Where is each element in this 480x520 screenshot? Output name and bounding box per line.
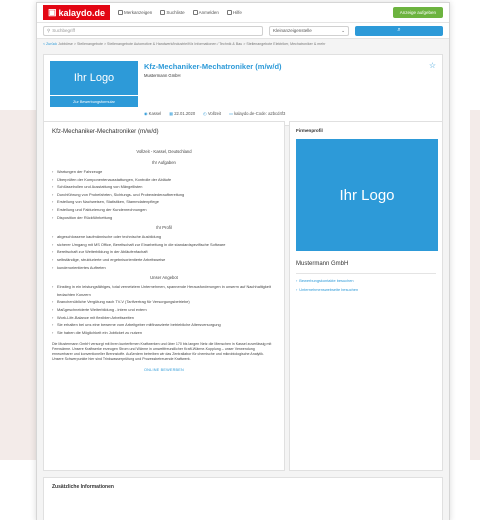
additional-info-title: Zusätzliche Informationen [52, 484, 114, 490]
meta-date-text: 22.01.2020 [174, 111, 196, 116]
meta-code-text: kalaydo.de-Code: a2bcd4f3 [234, 111, 286, 116]
list-item: Schlüsselrollen und Ausstattung von Mäng… [52, 183, 276, 191]
link-label: Bewerbungskontakte besuchen [299, 278, 354, 283]
chevron-down-icon: ⌄ [341, 27, 345, 33]
tasks-heading: Ihr Aufgaben [152, 160, 176, 165]
nav-merkanzeigen[interactable]: Merkanzeigen [118, 10, 152, 15]
job-description: Kfz-Mechaniker-Mechatroniker (m/w/d) Vol… [43, 121, 285, 471]
list-item: Erstellung und Fakturierung der Kundenre… [52, 206, 276, 214]
search-bar: ⚲ Suchbegriff Kleinanzeigenstelle ⌄ ⌕ [37, 23, 449, 39]
nav-label: Suchliste [166, 10, 185, 15]
list-item: Maßgeschneiderte Weiterbildung - intern … [52, 306, 276, 314]
search-placeholder: Suchbegriff [52, 28, 75, 33]
list-item: Bereitschaft zur Weiterbildung in der Ab… [52, 248, 276, 256]
company-description: Die Mustermann GmbH versorgt mit ihren k… [52, 342, 272, 362]
meta-type: ◴Vollzeit [203, 111, 221, 116]
list-item: Sie haben die Möglichkeit ein Jobticket … [52, 329, 276, 337]
nav-hilfe[interactable]: Hilfe [226, 10, 242, 15]
list-item: Einstieg in ein leistungsfähiges, total … [52, 283, 276, 298]
apply-online-link[interactable]: ONLINE BEWERBEN [52, 368, 276, 372]
search-input[interactable]: ⚲ Suchbegriff [43, 25, 263, 36]
company-logo: Ihr Logo [50, 61, 138, 95]
job-meta: ◉Kassel ▦22.01.2020 ◴Vollzeit ▭kalaydo.d… [144, 111, 285, 116]
meta-location: ◉Kassel [144, 111, 161, 116]
clock-icon: ◴ [203, 111, 207, 116]
top-navigation-bar: ▣ kalaydo.de Merkanzeigen Suchliste Anme… [37, 3, 449, 23]
bookmark-star-icon[interactable]: ☆ [429, 61, 436, 70]
help-icon [226, 10, 232, 15]
additional-info-section: Zusätzliche Informationen [43, 477, 443, 520]
list-item: Überprüfen der Komponentenausstattungen,… [52, 176, 276, 184]
search-icon: ⚲ [47, 27, 51, 33]
meta-date: ▦22.01.2020 [169, 111, 195, 116]
company-profile-name: Mustermann GmbH [296, 261, 436, 274]
company-profile-heading: Firmenprofil [296, 128, 323, 133]
browser-page: ▣ kalaydo.de Merkanzeigen Suchliste Anme… [36, 2, 450, 520]
nav-label: Merkanzeigen [124, 10, 153, 15]
list-item: Work-Life-Balance mit flexiblen Arbeitsz… [52, 314, 276, 322]
nav-suchliste[interactable]: Suchliste [160, 10, 185, 15]
offer-list: Einstieg in ein leistungsfähiges, total … [52, 283, 276, 336]
location-icon: ◉ [144, 111, 148, 116]
list-item: kundenorientiertes Auftreten [52, 264, 276, 272]
list-item: abgeschlossene kaufmännische oder techni… [52, 233, 276, 241]
meta-code: ▭kalaydo.de-Code: a2bcd4f3 [229, 111, 285, 116]
nav-label: Hilfe [232, 10, 242, 15]
company-profile-logo: Ihr Logo [296, 139, 438, 251]
link-label: Unternehmenswebseite besuchen [299, 287, 359, 292]
tasks-list: Wartungen der Fahrzeuge Überprüfen der K… [52, 168, 276, 221]
star-icon [118, 10, 124, 15]
list-item: selbständige, strukturierte und ergebnis… [52, 256, 276, 264]
list-item: Durchführung von Probefahrten, Sichtungs… [52, 191, 276, 199]
meta-type-text: Vollzeit [207, 111, 222, 116]
list-icon [160, 10, 166, 15]
breadcrumb-path[interactable]: Jobbörse > Stellenangebote > Stellenange… [58, 42, 325, 46]
search-button[interactable]: ⌕ [355, 25, 443, 36]
profile-heading: Ihr Profil [156, 225, 172, 231]
location-line: Vollzeit - Kassel, Deutschland [136, 149, 192, 154]
category-select[interactable]: Kleinanzeigenstelle ⌄ [269, 25, 349, 36]
ad-title: Kfz-Mechaniker-Mechatroniker (m/w/d) [52, 128, 159, 135]
company-link-website[interactable]: › Unternehmenswebseite besuchen [296, 287, 436, 292]
post-ad-button[interactable]: Anzeige aufgeben [392, 7, 443, 18]
meta-location-text: Kassel [148, 111, 162, 116]
site-logo[interactable]: ▣ kalaydo.de [43, 5, 111, 20]
company-name: Mustermann GmbH [144, 73, 181, 78]
company-profile-panel: Firmenprofil Ihr Logo Mustermann GmbH › … [289, 121, 443, 471]
apply-form-button[interactable]: Zur Bewerbungsformular [50, 95, 138, 107]
list-item: Branchenübliche Vergütung nach TV-V (Tar… [52, 298, 276, 306]
list-item: Erstellung von Nachweisen, Statistiken, … [52, 198, 276, 206]
category-value: Kleinanzeigenstelle [273, 28, 312, 33]
job-header-card: Ihr Logo Zur Bewerbungsformular Kfz-Mech… [43, 54, 443, 126]
nav-label: Anmelden [198, 10, 219, 15]
list-item: Sie erhalten bei uns eine bewerne vom Ar… [52, 321, 276, 329]
site-logo-text: kalaydo.de [58, 7, 106, 18]
nav-anmelden[interactable]: Anmelden [192, 10, 219, 15]
breadcrumb: < Zurück Jobbörse > Stellenangebote > St… [37, 39, 449, 50]
breadcrumb-back-link[interactable]: < Zurück [43, 42, 57, 46]
company-link-applications[interactable]: › Bewerbungskontakte besuchen [296, 278, 436, 283]
list-item: sicherer Umgang mit MS Office, Bereitsch… [52, 241, 276, 249]
shopping-bag-icon: ▣ [48, 7, 57, 17]
id-icon: ▭ [229, 111, 234, 116]
chevron-right-icon: › [296, 278, 298, 283]
chevron-right-icon: › [296, 287, 298, 292]
user-icon [192, 10, 198, 15]
offer-heading: Unser Angebot [150, 275, 178, 281]
list-item: Disposition der Rückführkettung [52, 214, 276, 222]
background-panel-right [470, 110, 480, 460]
job-title: Kfz-Mechaniker-Mechatroniker (m/w/d) [144, 62, 282, 71]
list-item: Wartungen der Fahrzeuge [52, 168, 276, 176]
background-panel-left [0, 110, 40, 460]
calendar-icon: ▦ [169, 111, 174, 116]
profile-list: abgeschlossene kaufmännische oder techni… [52, 233, 276, 271]
